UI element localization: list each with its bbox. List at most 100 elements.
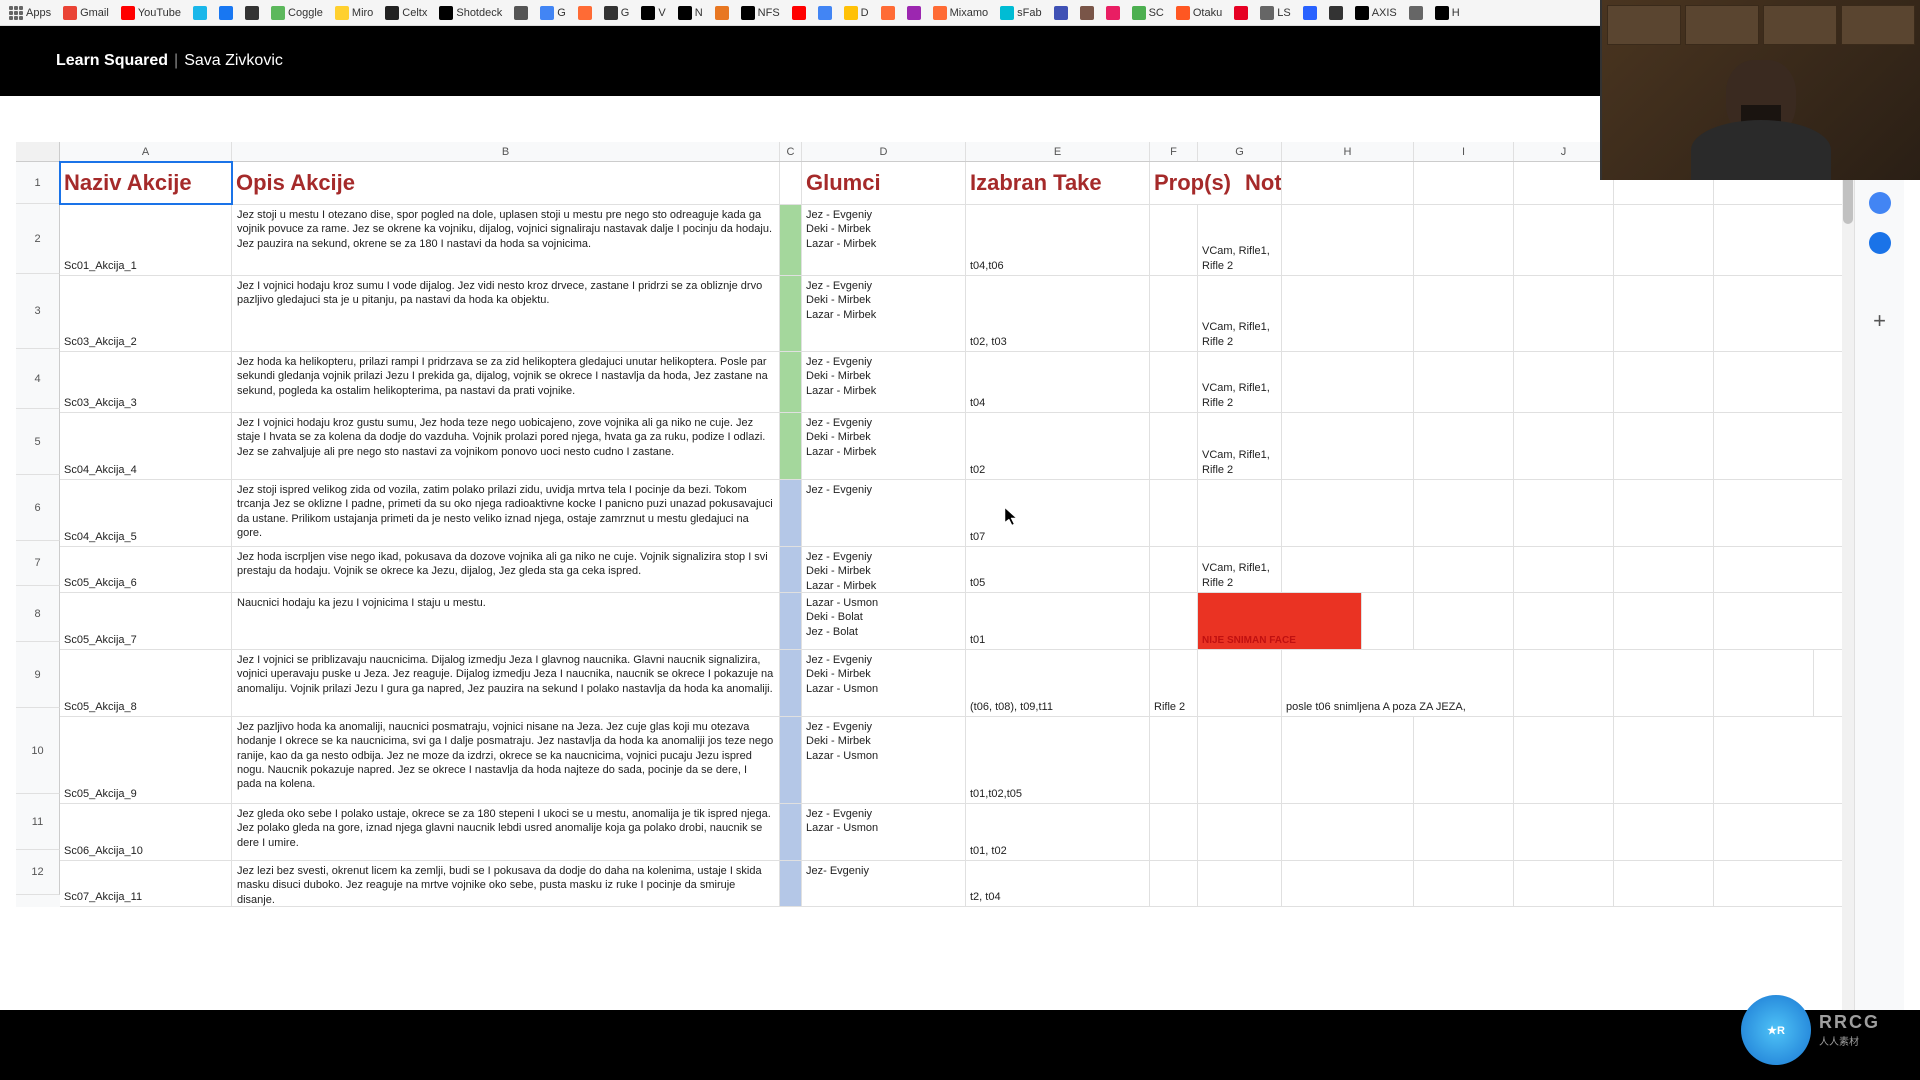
cell[interactable]	[1282, 804, 1414, 860]
cell[interactable]	[1414, 413, 1514, 479]
cell[interactable]	[1614, 352, 1714, 412]
bookmark-item[interactable]: G	[601, 4, 633, 22]
bookmark-item[interactable]	[1103, 4, 1123, 22]
cell[interactable]	[780, 413, 802, 479]
cell[interactable]	[1150, 413, 1198, 479]
bookmark-item[interactable]: YouTube	[118, 4, 184, 22]
cell[interactable]: Sc04_Akcija_5	[60, 480, 232, 546]
row-header-4[interactable]: 4	[16, 349, 60, 409]
cell[interactable]: Jez - Evgeniy	[802, 480, 966, 546]
bookmark-item[interactable]	[1231, 4, 1251, 22]
bookmark-item[interactable]	[815, 4, 835, 22]
cell[interactable]: Naziv Akcije	[60, 162, 232, 204]
cell[interactable]: posle t06 snimljena A poza ZA JEZA,	[1282, 650, 1514, 716]
cell[interactable]: Sc07_Akcija_11	[60, 861, 232, 906]
bookmark-item[interactable]: Gmail	[60, 4, 112, 22]
cell[interactable]: Jez - Evgeniy Deki - Mirbek Lazar - Usmo…	[802, 650, 966, 716]
cell[interactable]	[780, 162, 802, 204]
cell[interactable]	[780, 804, 802, 860]
contacts-icon[interactable]	[1869, 232, 1891, 254]
cell[interactable]: Glumci	[802, 162, 966, 204]
bookmark-item[interactable]: NFS	[738, 4, 783, 22]
apps-button[interactable]: Apps	[6, 4, 54, 22]
cell[interactable]: Jez - Evgeniy Deki - Mirbek Lazar - Mirb…	[802, 413, 966, 479]
bookmark-item[interactable]	[1300, 4, 1320, 22]
cell[interactable]	[1414, 162, 1514, 204]
cell[interactable]	[1414, 717, 1514, 803]
cell[interactable]: Sc06_Akcija_10	[60, 804, 232, 860]
cell[interactable]: Jez- Evgeniy	[802, 861, 966, 906]
cell[interactable]: t07	[966, 480, 1150, 546]
select-all-corner[interactable]	[16, 142, 60, 161]
cell[interactable]	[1198, 717, 1282, 803]
bookmark-item[interactable]	[1406, 4, 1426, 22]
cell[interactable]: Jez lezi bez svesti, okrenut licem ka ze…	[232, 861, 780, 906]
cell[interactable]: Jez - Evgeniy Deki - Mirbek Lazar - Mirb…	[802, 276, 966, 351]
row-header-11[interactable]: 11	[16, 794, 60, 850]
cell[interactable]: Sc05_Akcija_8	[60, 650, 232, 716]
cell[interactable]	[1150, 352, 1198, 412]
cell[interactable]	[1614, 276, 1714, 351]
cell[interactable]: t01, t02	[966, 804, 1150, 860]
cell[interactable]	[1514, 205, 1614, 275]
cell[interactable]	[1150, 480, 1198, 546]
bookmark-item[interactable]	[712, 4, 732, 22]
cell[interactable]: VCam, Rifle1, Rifle 2	[1198, 205, 1282, 275]
cell[interactable]: Jez stoji ispred velikog zida od vozila,…	[232, 480, 780, 546]
cell[interactable]	[1282, 480, 1414, 546]
cell[interactable]	[1414, 861, 1514, 906]
cell[interactable]	[780, 650, 802, 716]
cell[interactable]: Sc03_Akcija_2	[60, 276, 232, 351]
cell[interactable]	[1614, 861, 1714, 906]
tasks-icon[interactable]	[1869, 192, 1891, 214]
cell[interactable]	[1150, 717, 1198, 803]
cell[interactable]	[1514, 352, 1614, 412]
cell[interactable]	[1150, 804, 1198, 860]
cell[interactable]	[1198, 804, 1282, 860]
cell[interactable]: Jez - Evgeniy Deki - Mirbek Lazar - Mirb…	[802, 205, 966, 275]
row-header-5[interactable]: 5	[16, 409, 60, 475]
bookmark-item[interactable]: Miro	[332, 4, 376, 22]
bookmark-item[interactable]	[904, 4, 924, 22]
cell[interactable]	[1414, 276, 1514, 351]
cell[interactable]: Sc01_Akcija_1	[60, 205, 232, 275]
cell[interactable]	[1282, 352, 1414, 412]
col-header-F[interactable]: F	[1150, 142, 1198, 161]
cell[interactable]	[1514, 480, 1614, 546]
cell[interactable]	[1614, 547, 1714, 592]
cell[interactable]: (t06, t08), t09,t11	[966, 650, 1150, 716]
bookmark-item[interactable]	[242, 4, 262, 22]
cell[interactable]: Sc03_Akcija_3	[60, 352, 232, 412]
cell[interactable]	[1614, 717, 1714, 803]
bookmark-item[interactable]: G	[537, 4, 569, 22]
cell[interactable]: t05	[966, 547, 1150, 592]
cell[interactable]	[1514, 861, 1614, 906]
bookmark-item[interactable]: N	[675, 4, 706, 22]
cell[interactable]	[780, 480, 802, 546]
cell[interactable]	[1282, 205, 1414, 275]
cell[interactable]	[1282, 276, 1414, 351]
cell[interactable]: Jez I vojnici hodaju kroz gustu sumu, Je…	[232, 413, 780, 479]
cell[interactable]: Opis Akcije	[232, 162, 780, 204]
cell[interactable]	[1614, 650, 1714, 716]
cells-grid[interactable]: Naziv AkcijeOpis AkcijeGlumciIzabran Tak…	[60, 162, 1854, 907]
col-header-D[interactable]: D	[802, 142, 966, 161]
row-header-12[interactable]: 12	[16, 850, 60, 895]
bookmark-item[interactable]: V	[638, 4, 668, 22]
cell[interactable]	[1514, 547, 1614, 592]
cell[interactable]	[1150, 593, 1198, 649]
cell[interactable]: t02	[966, 413, 1150, 479]
col-header-H[interactable]: H	[1282, 142, 1414, 161]
cell[interactable]: VCam, Rifle1, Rifle 2	[1198, 413, 1282, 479]
bookmark-item[interactable]: Mixamo	[930, 4, 992, 22]
cell[interactable]	[1414, 352, 1514, 412]
row-header-2[interactable]: 2	[16, 204, 60, 274]
cell[interactable]	[1150, 205, 1198, 275]
cell[interactable]: Jez gleda oko sebe I polako ustaje, okre…	[232, 804, 780, 860]
cell[interactable]	[1514, 276, 1614, 351]
bookmark-item[interactable]: Otaku	[1173, 4, 1225, 22]
col-header-E[interactable]: E	[966, 142, 1150, 161]
bookmark-item[interactable]: sFab	[997, 4, 1044, 22]
cell[interactable]: t04	[966, 352, 1150, 412]
row-header-6[interactable]: 6	[16, 475, 60, 541]
